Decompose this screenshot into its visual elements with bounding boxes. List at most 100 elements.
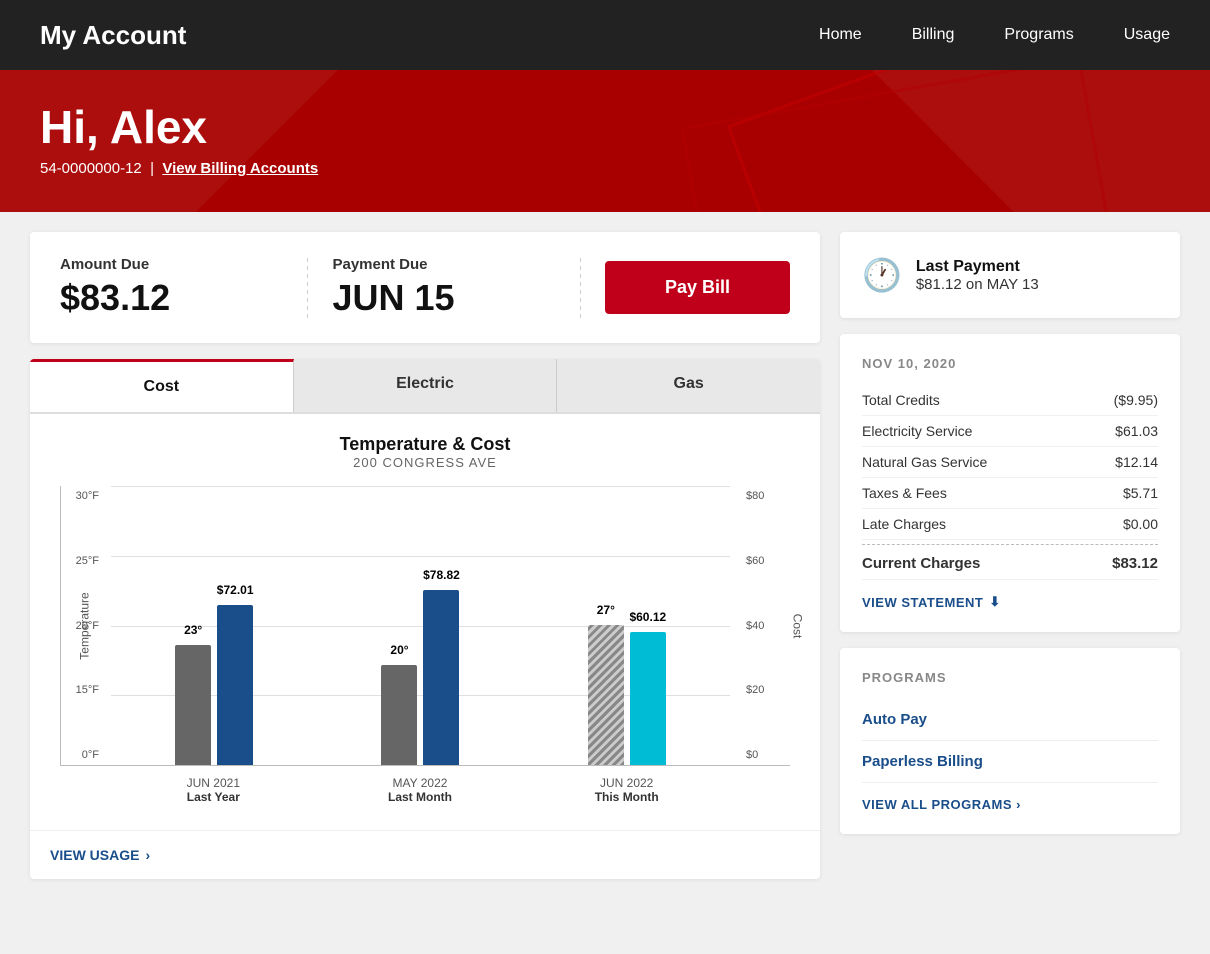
line-label-electricity: Electricity Service [862, 423, 972, 439]
temp-bar-jun2022: 27° [588, 625, 624, 765]
download-icon: ⬇ [989, 594, 1000, 610]
main-nav: Home Billing Programs Usage [819, 26, 1170, 44]
greeting: Hi, Alex [40, 100, 1170, 154]
view-statement-link[interactable]: VIEW STATEMENT ⬇ [862, 594, 1158, 610]
group-label-jun2021: JUN 2021 Last Year [110, 776, 317, 804]
bar-pair-1: 23° $72.01 [175, 605, 253, 765]
line-label-credits: Total Credits [862, 392, 940, 408]
line-item-credits: Total Credits ($9.95) [862, 385, 1158, 416]
line-value-taxes: $5.71 [1123, 485, 1158, 501]
nav-home[interactable]: Home [819, 26, 862, 44]
view-usage-link[interactable]: VIEW USAGE › [30, 830, 820, 879]
line-value-credits: ($9.95) [1114, 392, 1158, 408]
bar-group-jun2022: 27° $60.12 [524, 486, 730, 765]
autopay-link[interactable]: Auto Pay [862, 699, 1158, 741]
y-tick-r2: $40 [740, 620, 790, 632]
programs-heading: PROGRAMS [862, 670, 1158, 685]
line-item-late: Late Charges $0.00 [862, 509, 1158, 540]
cost-bar-jun2022: $60.12 [630, 632, 666, 765]
programs-card: PROGRAMS Auto Pay Paperless Billing VIEW… [840, 648, 1180, 834]
chart-subtitle: 200 CONGRESS AVE [60, 455, 790, 470]
bar-group-jun2021: 23° $72.01 [111, 486, 317, 765]
temp-label-jun2021: 23° [184, 623, 202, 637]
view-all-label: VIEW ALL PROGRAMS [862, 797, 1012, 812]
pay-bill-button[interactable]: Pay Bill [605, 261, 790, 314]
right-column: 🕐 Last Payment $81.12 on MAY 13 NOV 10, … [840, 232, 1180, 879]
nav-usage[interactable]: Usage [1124, 26, 1170, 44]
last-payment-title: Last Payment [916, 258, 1039, 276]
temp-label-jun2022: 27° [597, 603, 615, 617]
clock-icon: 🕐 [862, 256, 902, 294]
y-ticks-right: $80 $60 $40 $20 $0 [740, 486, 790, 765]
nav-billing[interactable]: Billing [912, 26, 955, 44]
view-all-programs-link[interactable]: VIEW ALL PROGRAMS › [862, 797, 1158, 812]
y-tick-r1: $60 [740, 555, 790, 567]
chart-tabs: Cost Electric Gas [30, 359, 820, 414]
paperless-billing-link[interactable]: Paperless Billing [862, 741, 1158, 783]
amount-due-label: Amount Due [60, 256, 283, 273]
nav-programs[interactable]: Programs [1004, 26, 1073, 44]
tab-electric[interactable]: Electric [294, 359, 558, 412]
hero-banner: Hi, Alex 54-0000000-12 | View Billing Ac… [0, 70, 1210, 212]
tab-cost[interactable]: Cost [30, 359, 294, 412]
group-label-jun2022: JUN 2022 This Month [523, 776, 730, 804]
group-labels: JUN 2021 Last Year MAY 2022 Last Month J… [60, 776, 790, 804]
total-label: Current Charges [862, 555, 980, 572]
y-tick-0: 30°F [61, 490, 105, 502]
amount-due-section: Amount Due $83.12 [60, 256, 283, 319]
cost-label-may2022: $78.82 [423, 568, 460, 582]
chart-body: Temperature & Cost 200 CONGRESS AVE 30°F… [30, 414, 820, 820]
bar-pair-2: 20° $78.82 [381, 590, 459, 765]
app-title: My Account [40, 20, 186, 51]
payment-due-value: JUN 15 [332, 277, 555, 319]
line-value-gas: $12.14 [1115, 454, 1158, 470]
line-item-total: Current Charges $83.12 [862, 544, 1158, 580]
left-column: Amount Due $83.12 Payment Due JUN 15 Pay… [30, 232, 820, 879]
bar-chart: 30°F 25°F 20°F 15°F 0°F $80 $60 $40 $20 … [60, 486, 790, 766]
divider-1 [307, 258, 308, 318]
last-payment-detail: $81.12 on MAY 13 [916, 276, 1039, 293]
view-statement-label: VIEW STATEMENT [862, 595, 983, 610]
y-right-label: Cost [791, 613, 805, 638]
cost-bar-jun2021: $72.01 [217, 605, 253, 765]
header: My Account Home Billing Programs Usage [0, 0, 1210, 70]
payment-due-section: Payment Due JUN 15 [332, 256, 555, 319]
cost-bar-may2022: $78.82 [423, 590, 459, 765]
last-payment-card: 🕐 Last Payment $81.12 on MAY 13 [840, 232, 1180, 318]
line-item-taxes: Taxes & Fees $5.71 [862, 478, 1158, 509]
view-usage-label: VIEW USAGE [50, 847, 139, 863]
line-item-gas: Natural Gas Service $12.14 [862, 447, 1158, 478]
last-payment-info: Last Payment $81.12 on MAY 13 [916, 258, 1039, 293]
y-tick-3: 15°F [61, 684, 105, 696]
temp-bar-may2022: 20° [381, 665, 417, 765]
account-number: 54-0000000-12 [40, 160, 142, 177]
amount-due-value: $83.12 [60, 277, 283, 319]
temp-bar-jun2021: 23° [175, 645, 211, 765]
chart-card: Cost Electric Gas Temperature & Cost 200… [30, 359, 820, 879]
line-label-late: Late Charges [862, 516, 946, 532]
account-info: 54-0000000-12 | View Billing Accounts [40, 160, 1170, 177]
cost-label-jun2022: $60.12 [629, 610, 666, 624]
line-label-taxes: Taxes & Fees [862, 485, 947, 501]
y-left-label: Temperature [78, 592, 92, 659]
chart-title: Temperature & Cost [60, 434, 790, 455]
line-value-electricity: $61.03 [1115, 423, 1158, 439]
payment-due-label: Payment Due [332, 256, 555, 273]
cost-label-jun2021: $72.01 [217, 583, 254, 597]
group-label-may2022: MAY 2022 Last Month [317, 776, 524, 804]
line-label-gas: Natural Gas Service [862, 454, 987, 470]
view-billing-link[interactable]: View Billing Accounts [162, 160, 318, 177]
bar-pair-3: 27° $60.12 [588, 625, 666, 765]
chevron-right-programs-icon: › [1016, 797, 1021, 812]
line-item-electricity: Electricity Service $61.03 [862, 416, 1158, 447]
line-value-late: $0.00 [1123, 516, 1158, 532]
statement-date: NOV 10, 2020 [862, 356, 1158, 371]
bar-group-may2022: 20° $78.82 [317, 486, 523, 765]
y-tick-4: 0°F [61, 749, 105, 761]
y-tick-r4: $0 [740, 749, 790, 761]
temp-label-may2022: 20° [390, 643, 408, 657]
statement-card: NOV 10, 2020 Total Credits ($9.95) Elect… [840, 334, 1180, 632]
chevron-right-icon: › [145, 847, 150, 863]
bill-card: Amount Due $83.12 Payment Due JUN 15 Pay… [30, 232, 820, 343]
tab-gas[interactable]: Gas [557, 359, 820, 412]
